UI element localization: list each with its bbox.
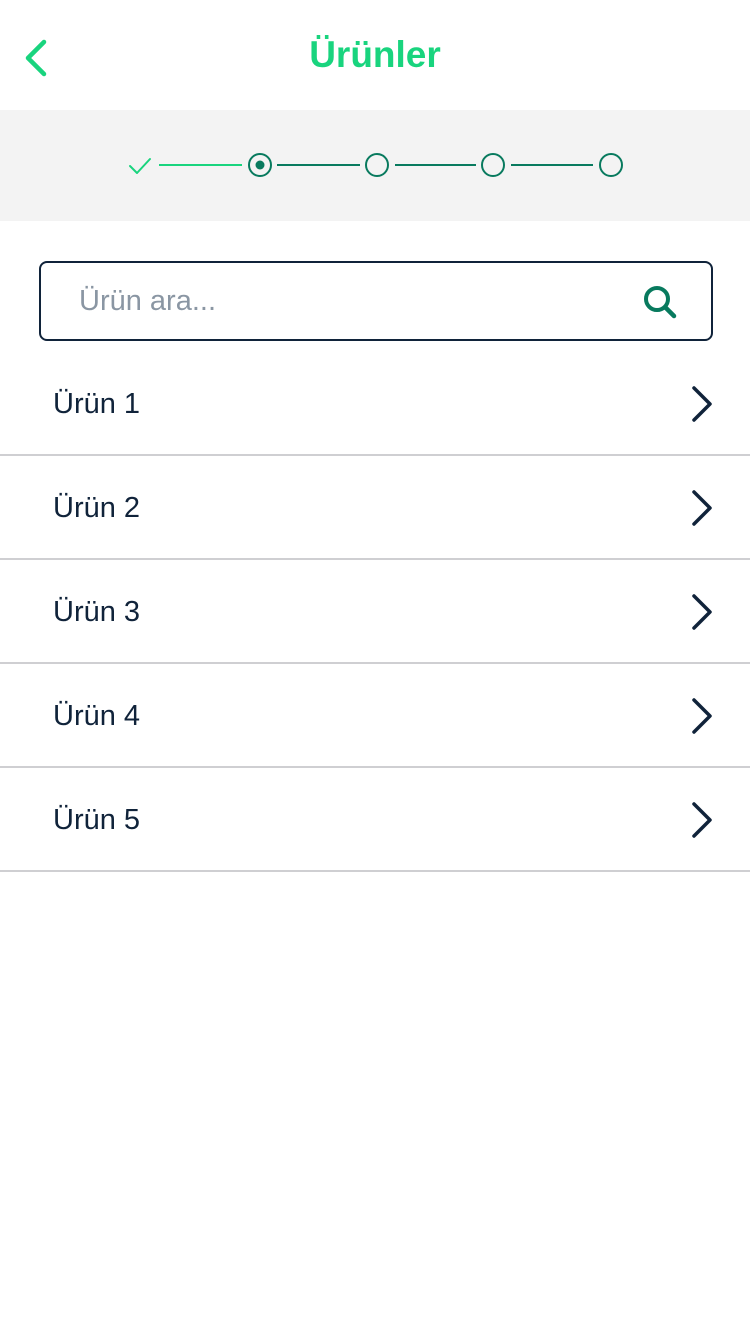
step-1-check-icon: [129, 158, 151, 174]
product-list: Ürün 1 Ürün 2 Ürün 3 Ürün 4 Ürün 5: [0, 352, 750, 872]
list-item-label: Ürün 2: [53, 492, 141, 524]
list-item-label: Ürün 5: [53, 804, 141, 836]
list-item-label: Ürün 4: [53, 700, 141, 732]
step-2-dot: [255, 160, 265, 170]
list-item-label: Ürün 1: [53, 388, 141, 420]
chevron-right-icon: [692, 698, 712, 734]
chevron-right-icon: [692, 386, 712, 422]
search-input[interactable]: [79, 263, 639, 339]
chevron-right-icon: [692, 594, 712, 630]
page-title: Ürünler: [309, 34, 441, 75]
search-icon[interactable]: [641, 283, 679, 321]
list-item-product-2[interactable]: Ürün 2: [0, 456, 750, 560]
list-item-product-1[interactable]: Ürün 1: [0, 352, 750, 456]
step-5: [599, 153, 623, 177]
list-item-product-4[interactable]: Ürün 4: [0, 664, 750, 768]
step-4: [481, 153, 505, 177]
list-item-product-3[interactable]: Ürün 3: [0, 560, 750, 664]
list-item-product-5[interactable]: Ürün 5: [0, 768, 750, 872]
chevron-right-icon: [692, 802, 712, 838]
chevron-right-icon: [692, 490, 712, 526]
header-bar: Ürünler: [0, 0, 750, 110]
progress-stepper: [0, 110, 750, 221]
step-3: [365, 153, 389, 177]
search-box: [39, 261, 713, 341]
list-item-label: Ürün 3: [53, 596, 141, 628]
